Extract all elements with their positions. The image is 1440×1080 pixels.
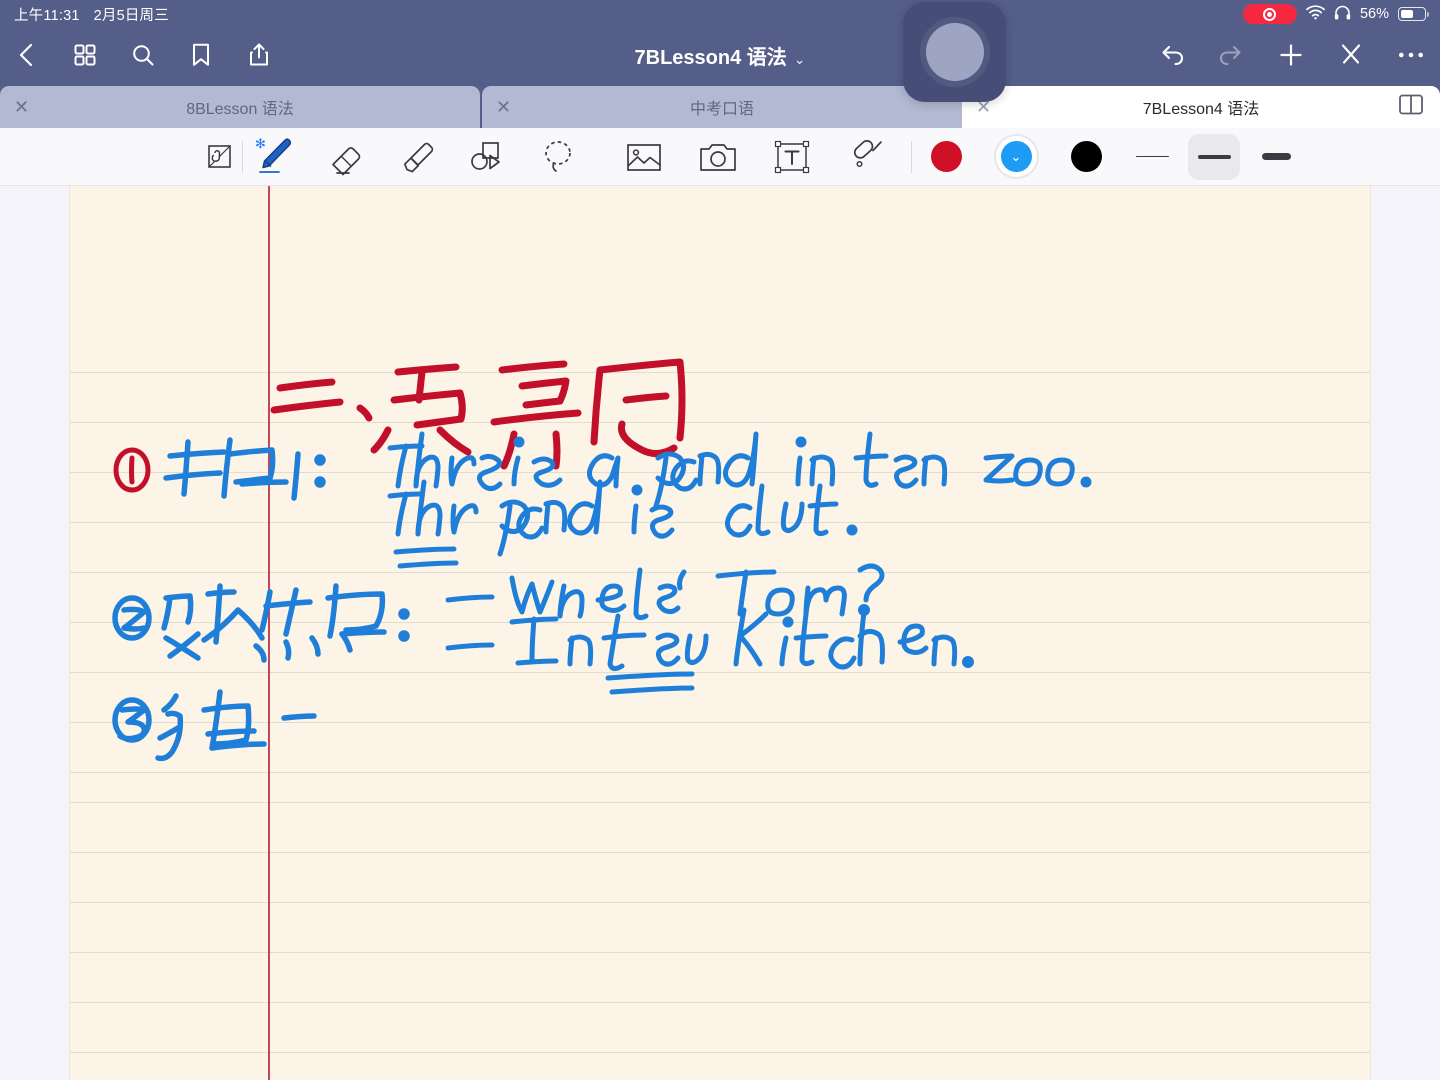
ink-item2-label	[112, 583, 410, 663]
tab-7blesson4[interactable]: ✕ 7BLesson4 语法	[962, 86, 1440, 128]
more-button[interactable]	[1394, 38, 1428, 72]
camera-preview-bubble[interactable]	[903, 2, 1006, 102]
bookmark-button[interactable]	[184, 38, 218, 72]
camera-tool[interactable]	[695, 134, 741, 180]
chevron-down-icon[interactable]: ⌄	[794, 51, 806, 68]
ink-item1-marker	[113, 447, 151, 493]
headphones-icon	[1334, 5, 1351, 24]
status-bar-right: 56%	[1242, 4, 1430, 24]
handwriting-layer	[112, 358, 1092, 762]
ink-dialogue-2	[445, 607, 974, 695]
highlighter-tool[interactable]	[393, 134, 439, 180]
tab-zhongkao-kouyu[interactable]: ✕ 中考口语	[482, 86, 962, 128]
swatch-blue-dot: ⌄	[1000, 141, 1032, 172]
status-date: 2月5日周三	[93, 7, 169, 24]
thumbnails-button[interactable]	[68, 38, 102, 72]
page-title-text: 7BLesson4 语法	[634, 46, 787, 69]
wifi-icon	[1306, 4, 1325, 24]
title-bar-right-tools	[1154, 38, 1428, 72]
width-thick-button[interactable]	[1250, 134, 1302, 180]
search-button[interactable]	[126, 38, 160, 72]
tab-label: 8BLesson 语法	[186, 101, 294, 118]
title-bar: 7BLesson4 语法 ⌄	[0, 28, 1440, 82]
ink-example-2	[387, 479, 858, 569]
title-bar-left-tools	[0, 38, 276, 72]
status-bar: 上午11:31 2月5日周三 56%	[0, 0, 1440, 28]
tab-close-icon[interactable]: ✕	[496, 98, 511, 116]
swatch-black-dot	[1070, 141, 1102, 172]
pen-tool[interactable]: ✻	[251, 134, 299, 180]
stroke-preview-thick	[1261, 152, 1291, 161]
battery-percent: 56%	[1359, 6, 1389, 22]
bluetooth-icon: ✻	[255, 135, 266, 151]
toolbar-divider	[911, 140, 912, 173]
record-indicator-icon[interactable]	[1242, 4, 1297, 24]
tab-label: 中考口语	[689, 101, 754, 118]
color-swatch-black[interactable]	[1060, 131, 1112, 183]
battery-icon	[1398, 7, 1430, 21]
note-canvas[interactable]	[0, 186, 1440, 1080]
ink-item1-label	[163, 437, 326, 501]
shapes-tool[interactable]	[463, 134, 509, 180]
color-swatch-red[interactable]	[920, 131, 972, 183]
swatch-red-dot	[930, 141, 962, 172]
scissors-icon[interactable]	[1334, 38, 1368, 72]
split-view-icon[interactable]	[1398, 93, 1424, 122]
eraser-tool[interactable]	[323, 134, 369, 180]
status-bar-left: 上午11:31 2月5日周三	[14, 4, 169, 25]
notebook-page[interactable]	[70, 186, 1370, 1080]
undo-button[interactable]	[1154, 38, 1188, 72]
ink-dialogue-1	[445, 563, 885, 621]
tab-close-icon[interactable]: ✕	[14, 98, 29, 116]
pen-toolbar: ✻ ⌄	[0, 128, 1440, 186]
image-tool[interactable]	[621, 134, 667, 180]
toolbar-divider	[242, 140, 243, 173]
stroke-preview-thin	[1135, 155, 1169, 158]
color-swatch-blue[interactable]: ⌄	[990, 131, 1042, 183]
status-time: 上午11:31	[14, 7, 80, 24]
chevron-down-icon: ⌄	[1010, 148, 1022, 164]
add-page-button[interactable]	[1274, 38, 1308, 72]
ink-example-1	[387, 431, 1092, 509]
camera-lens-icon	[925, 23, 984, 81]
stroke-preview-medium	[1197, 154, 1231, 159]
tab-8blesson[interactable]: ✕ 8BLesson 语法	[0, 86, 480, 128]
palm-rejection-tool[interactable]	[196, 134, 242, 180]
lasso-tool[interactable]	[535, 134, 581, 180]
app-root: 上午11:31 2月5日周三 56% 7BLesson4 语法 ⌄ ✕ 8BLe…	[0, 0, 1440, 1080]
ink-item3-label	[112, 689, 317, 762]
ink-heading	[270, 358, 686, 470]
tab-bar: ✕ 8BLesson 语法 ✕ 中考口语 ✕ 7BLesson4 语法	[0, 82, 1440, 128]
width-medium-button[interactable]	[1188, 133, 1240, 180]
width-thin-button[interactable]	[1126, 134, 1178, 180]
redo-button[interactable]	[1214, 38, 1248, 72]
share-button[interactable]	[242, 38, 276, 72]
laser-pointer-tool[interactable]	[843, 134, 889, 180]
text-tool[interactable]	[769, 134, 815, 180]
back-button[interactable]	[10, 38, 44, 72]
tab-label: 7BLesson4 语法	[1142, 101, 1260, 118]
